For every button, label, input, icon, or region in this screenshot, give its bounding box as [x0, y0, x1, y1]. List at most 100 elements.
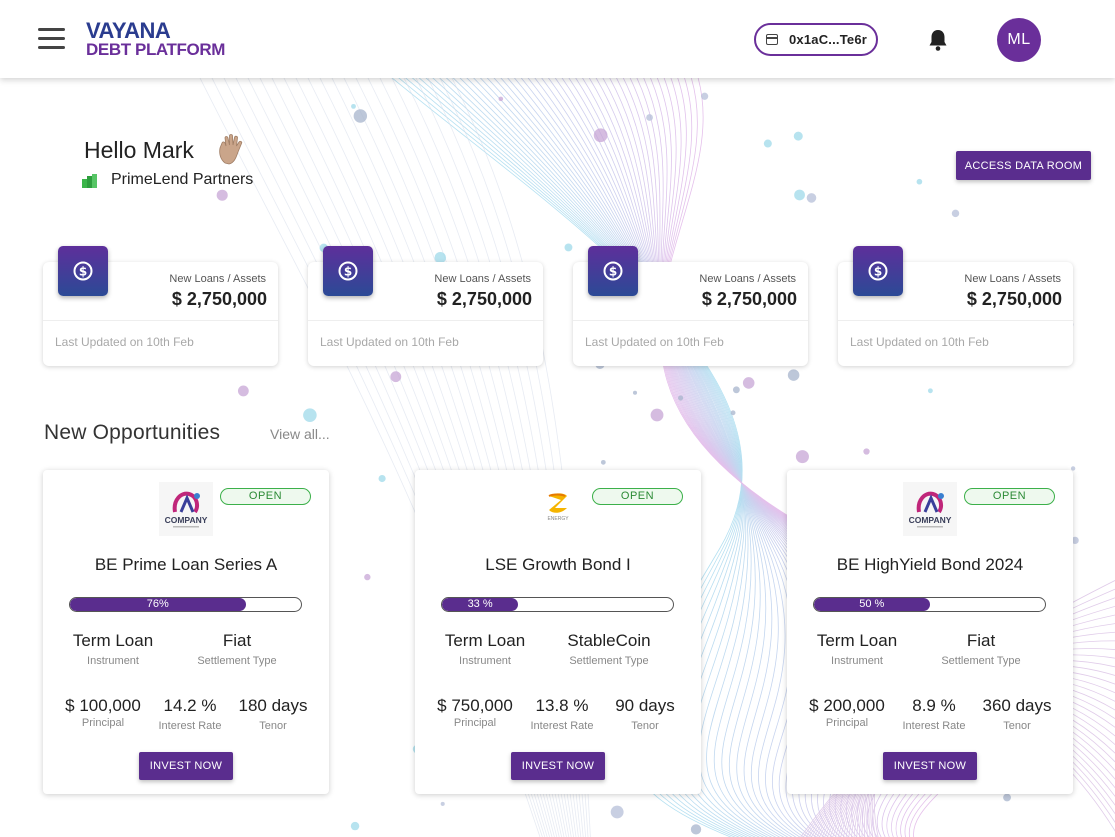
- dollar-icon: $: [853, 246, 903, 296]
- instrument-value: Term Loan: [444, 631, 526, 650]
- svg-text:$: $: [79, 265, 87, 279]
- interest-rate-label: Interest Rate: [158, 720, 222, 732]
- opportunity-card[interactable]: COMPANY OPEN BE HighYield Bond 2024 50 %…: [787, 470, 1073, 794]
- brand-logo[interactable]: VAYANA DEBT PLATFORM: [86, 18, 225, 59]
- stat-label: New Loans / Assets: [699, 273, 796, 285]
- opportunity-card[interactable]: ENERGY OPEN LSE Growth Bond I 33 % Term …: [415, 470, 701, 794]
- brand-name: VAYANA: [86, 18, 171, 43]
- divider: [838, 320, 1073, 321]
- logo-text: ENERGY: [547, 516, 569, 522]
- stat-value: $ 2,750,000: [966, 289, 1062, 309]
- settlement-value: Fiat: [966, 631, 996, 650]
- settlement-field: Fiat Settlement Type: [923, 631, 1039, 667]
- stat-label: New Loans / Assets: [964, 273, 1061, 285]
- stat-updated: Last Updated on 10th Feb: [55, 335, 194, 349]
- company-logo: COMPANY: [159, 482, 213, 536]
- settlement-value: StableCoin: [567, 631, 651, 650]
- interest-rate-field: 14.2 % Interest Rate: [149, 696, 231, 732]
- tenor-value: 90 days: [615, 696, 675, 715]
- greeting-title: Hello Mark: [84, 137, 194, 163]
- settlement-label: Settlement Type: [569, 655, 649, 667]
- tenor-label: Tenor: [259, 720, 287, 732]
- principal-label: Principal: [81, 717, 125, 729]
- settlement-field: StableCoin Settlement Type: [551, 631, 667, 667]
- stat-value: $ 2,750,000: [701, 289, 797, 309]
- dollar-icon: $: [588, 246, 638, 296]
- tenor-field: 180 days Tenor: [229, 696, 317, 732]
- invest-now-button[interactable]: INVEST NOW: [511, 752, 605, 780]
- principal-field: $ 200,000 Principal: [799, 696, 895, 729]
- invest-now-button[interactable]: INVEST NOW: [883, 752, 977, 780]
- wallet-address-button[interactable]: 0x1aC...Te6r: [754, 23, 878, 56]
- instrument-value: Term Loan: [816, 631, 898, 650]
- divider: [573, 320, 808, 321]
- funding-progress-bar: 76%: [69, 597, 302, 612]
- interest-rate-value: 14.2 %: [163, 696, 217, 715]
- brand-subtitle: DEBT PLATFORM: [86, 40, 225, 59]
- wallet-address: 0x1aC...Te6r: [789, 32, 868, 47]
- settlement-label: Settlement Type: [941, 655, 1021, 667]
- opportunity-title: BE HighYield Bond 2024: [836, 555, 1024, 574]
- funding-progress-bar: 50 %: [813, 597, 1046, 612]
- section-title: New Opportunities: [44, 421, 221, 444]
- waving-hand-icon: [219, 134, 243, 165]
- status-badge: OPEN: [964, 488, 1055, 505]
- tenor-label: Tenor: [1003, 720, 1031, 732]
- logo-text: COMPANY: [909, 515, 952, 525]
- svg-text:$: $: [344, 265, 352, 279]
- tenor-value: 180 days: [238, 696, 308, 715]
- settlement-value: Fiat: [222, 631, 252, 650]
- menu-icon[interactable]: [38, 28, 66, 50]
- interest-rate-label: Interest Rate: [530, 720, 594, 732]
- tenor-field: 360 days Tenor: [973, 696, 1061, 732]
- progress-fill: 33 %: [442, 598, 519, 611]
- tenor-field: 90 days Tenor: [601, 696, 689, 732]
- instrument-label: Instrument: [831, 655, 883, 667]
- progress-fill: 76%: [70, 598, 246, 611]
- stat-card: $ New Loans / Assets $ 2,750,000 Last Up…: [573, 246, 808, 366]
- stat-label: New Loans / Assets: [434, 273, 531, 285]
- interest-rate-field: 13.8 % Interest Rate: [521, 696, 603, 732]
- principal-field: $ 100,000 Principal: [55, 696, 151, 729]
- invest-now-button[interactable]: INVEST NOW: [139, 752, 233, 780]
- instrument-field: Term Loan Instrument: [429, 631, 541, 667]
- bell-icon[interactable]: [927, 28, 949, 52]
- principal-field: $ 750,000 Principal: [427, 696, 523, 729]
- user-avatar[interactable]: ML: [997, 18, 1041, 62]
- instrument-field: Term Loan Instrument: [57, 631, 169, 667]
- tenor-label: Tenor: [631, 720, 659, 732]
- opportunity-title: BE Prime Loan Series A: [94, 555, 278, 574]
- stat-card: $ New Loans / Assets $ 2,750,000 Last Up…: [43, 246, 278, 366]
- view-all-link[interactable]: View all...: [270, 426, 330, 442]
- stat-card: $ New Loans / Assets $ 2,750,000 Last Up…: [838, 246, 1073, 366]
- company-logo: COMPANY: [903, 482, 957, 536]
- stat-label: New Loans / Assets: [169, 273, 266, 285]
- opportunity-card[interactable]: COMPANY OPEN BE Prime Loan Series A 76% …: [43, 470, 329, 794]
- opportunity-title: LSE Growth Bond I: [485, 555, 631, 574]
- divider: [43, 320, 278, 321]
- principal-value: $ 100,000: [65, 696, 141, 715]
- instrument-value: Term Loan: [72, 631, 154, 650]
- settlement-label: Settlement Type: [197, 655, 277, 667]
- principal-value: $ 200,000: [809, 696, 885, 715]
- dollar-icon: $: [58, 246, 108, 296]
- interest-rate-value: 13.8 %: [535, 696, 589, 715]
- energy-logo: ENERGY: [547, 493, 569, 522]
- settlement-field: Fiat Settlement Type: [179, 631, 295, 667]
- interest-rate-label: Interest Rate: [902, 720, 966, 732]
- stat-card: $ New Loans / Assets $ 2,750,000 Last Up…: [308, 246, 543, 366]
- wallet-icon: [766, 34, 778, 45]
- instrument-label: Instrument: [459, 655, 511, 667]
- status-badge: OPEN: [592, 488, 683, 505]
- divider: [308, 320, 543, 321]
- interest-rate-field: 8.9 % Interest Rate: [893, 696, 975, 732]
- stat-updated: Last Updated on 10th Feb: [585, 335, 724, 349]
- organization-icon: [82, 174, 97, 188]
- instrument-field: Term Loan Instrument: [801, 631, 913, 667]
- principal-value: $ 750,000: [437, 696, 513, 715]
- access-data-room-button[interactable]: ACCESS DATA ROOM: [956, 151, 1091, 180]
- stat-value: $ 2,750,000: [171, 289, 267, 309]
- organization-name: PrimeLend Partners: [111, 171, 254, 188]
- principal-label: Principal: [453, 717, 497, 729]
- dollar-icon: $: [323, 246, 373, 296]
